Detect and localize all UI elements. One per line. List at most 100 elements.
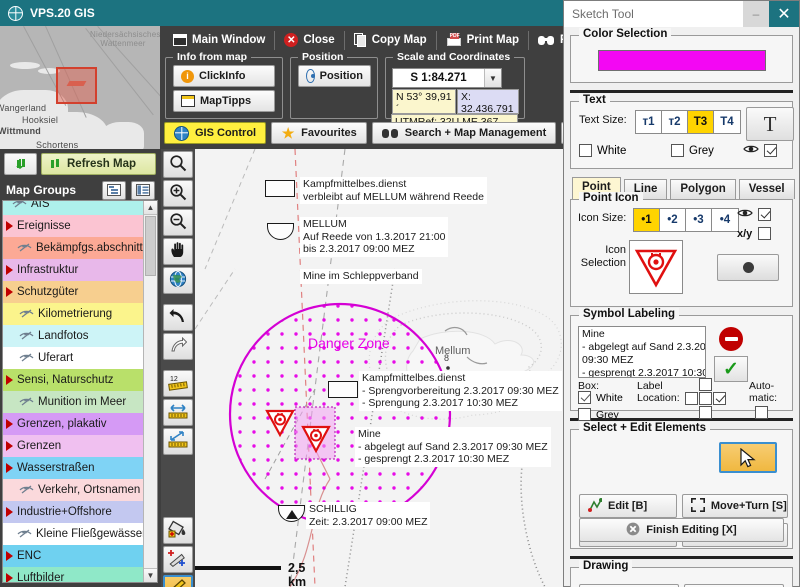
- map-tool-measure-ruler[interactable]: 12: [163, 370, 193, 397]
- expand-triangle-icon[interactable]: [6, 572, 13, 582]
- maptipps-button[interactable]: MapTipps: [173, 90, 275, 112]
- map-tool-zoom-out[interactable]: [163, 209, 193, 236]
- layer-row[interactable]: Verkehr, Ortsnamen: [3, 479, 143, 501]
- layer-row[interactable]: Infrastruktur: [3, 259, 143, 281]
- tab-vessel[interactable]: Vessel: [738, 179, 795, 199]
- label-loc-top[interactable]: [699, 378, 712, 391]
- copy-map-button[interactable]: Copy Map: [345, 29, 436, 52]
- icon-size-3[interactable]: •3: [686, 209, 712, 231]
- text-size-2[interactable]: т2: [662, 111, 688, 133]
- layer-row[interactable]: Bekämpfgs.abschnitte: [3, 237, 143, 259]
- scrollbar-track[interactable]: [144, 277, 157, 568]
- text-visibility-toggle[interactable]: [743, 144, 777, 157]
- refresh-icon-button[interactable]: [4, 153, 37, 175]
- annotation-label[interactable]: Kampfmittelbes.dienst - Sprengvorbereitu…: [359, 371, 562, 411]
- map-tool-measure-width[interactable]: [163, 399, 193, 426]
- minimap-viewport-box[interactable]: [56, 67, 97, 104]
- map-tool-redo-arrow[interactable]: [163, 333, 193, 360]
- edit-button[interactable]: Edit [B]: [579, 494, 677, 518]
- scroll-down-icon[interactable]: ▼: [144, 568, 157, 582]
- tab-favourites[interactable]: ★ Favourites: [271, 122, 367, 144]
- annotation-label[interactable]: SCHILLIG Zeit: 2.3.2017 09:00 MEZ: [306, 502, 431, 529]
- text-size-selector[interactable]: т1 т2 T3 T4: [635, 110, 741, 134]
- label-loc-bottom[interactable]: [699, 406, 712, 419]
- move-turn-button[interactable]: Move+Turn [S]: [681, 494, 788, 518]
- expand-triangle-icon[interactable]: [6, 374, 13, 385]
- layer-list[interactable]: AIS Ereignisse Bekämpfgs.abschnitte Infrast…: [2, 200, 158, 583]
- position-button[interactable]: Position: [298, 65, 371, 87]
- refresh-map-button[interactable]: Refresh Map: [41, 153, 156, 175]
- map-tool-measure-diag[interactable]: [163, 428, 193, 455]
- text-size-4[interactable]: T4: [714, 111, 740, 133]
- map-tool-globe[interactable]: [163, 267, 193, 294]
- text-size-3[interactable]: T3: [688, 111, 714, 133]
- expand-triangle-icon[interactable]: [6, 220, 13, 231]
- icon-size-selector[interactable]: •1 •2 •3 •4: [633, 208, 739, 232]
- map-tool-paint-fill[interactable]: [163, 517, 193, 544]
- color-swatch[interactable]: [597, 50, 766, 71]
- no-entry-icon[interactable]: [719, 327, 743, 351]
- checkbox-text-visible[interactable]: [764, 144, 777, 157]
- point-style-button[interactable]: [717, 254, 779, 281]
- layer-row[interactable]: Kilometrierung: [3, 303, 143, 325]
- rect-marker[interactable]: [265, 180, 295, 197]
- checkbox-xy[interactable]: [758, 227, 771, 240]
- layer-row[interactable]: Schutzgüter: [3, 281, 143, 303]
- checkbox-automatic[interactable]: [755, 406, 768, 419]
- automatic-toggle[interactable]: [755, 406, 768, 422]
- checkbox-point-visible[interactable]: [758, 208, 771, 221]
- checkbox-white[interactable]: [579, 144, 592, 157]
- label-loc-center[interactable]: [699, 392, 712, 405]
- eye-off-icon[interactable]: [19, 396, 34, 407]
- clickinfo-button[interactable]: i ClickInfo: [173, 65, 275, 87]
- eye-off-icon[interactable]: [19, 484, 34, 495]
- map-tool-pan-hand[interactable]: [163, 238, 193, 265]
- annotation-label[interactable]: Mine - abgelegt auf Sand 2.3.2017 09:30 …: [355, 427, 551, 467]
- map-tool-add-point[interactable]: [163, 546, 193, 573]
- label-location-grid[interactable]: [685, 378, 726, 419]
- annotation-label[interactable]: Mine im Schleppverband: [300, 269, 422, 284]
- map-tool-undo-arrow[interactable]: [163, 304, 193, 331]
- layer-row[interactable]: Luftbilder: [3, 567, 143, 582]
- icon-size-2[interactable]: •2: [660, 209, 686, 231]
- layer-row[interactable]: Sensi, Naturschutz: [3, 369, 143, 391]
- collapse-tree-icon[interactable]: [102, 180, 126, 200]
- expand-triangle-icon[interactable]: [6, 418, 13, 429]
- annotation-label[interactable]: Kampfmittelbes.dienst verbleibt auf MELL…: [300, 177, 487, 204]
- point-visibility-toggle[interactable]: [737, 208, 771, 221]
- text-size-1[interactable]: т1: [636, 111, 662, 133]
- layer-list-scrollbar[interactable]: ▲ ▼: [143, 201, 157, 582]
- box-white-option[interactable]: White: [578, 391, 623, 404]
- eye-off-icon[interactable]: [19, 330, 34, 341]
- layer-row[interactable]: Grenzen: [3, 435, 143, 457]
- expand-triangle-icon[interactable]: [6, 550, 13, 561]
- icon-selection-preview[interactable]: [629, 240, 683, 294]
- scroll-up-icon[interactable]: ▲: [144, 201, 157, 215]
- checkbox-box-white[interactable]: [578, 391, 591, 404]
- layer-row[interactable]: Landfotos: [3, 325, 143, 347]
- xy-toggle[interactable]: x/y: [737, 227, 771, 240]
- eye-off-icon[interactable]: [19, 352, 34, 363]
- expand-triangle-icon[interactable]: [6, 264, 13, 275]
- layer-row[interactable]: Munition im Meer: [3, 391, 143, 413]
- map-tool-pencil[interactable]: [163, 575, 193, 587]
- text-white-option[interactable]: White: [579, 144, 626, 157]
- text-grey-option[interactable]: Grey: [671, 144, 714, 157]
- checkbox-grey[interactable]: [671, 144, 684, 157]
- layer-row[interactable]: Uferart: [3, 347, 143, 369]
- expand-triangle-icon[interactable]: [6, 286, 13, 297]
- label-loc-left[interactable]: [685, 392, 698, 405]
- rect-marker[interactable]: [328, 381, 358, 398]
- scrollbar-thumb[interactable]: [145, 216, 156, 276]
- box-grey-option[interactable]: Grey: [578, 408, 619, 421]
- eye-off-icon[interactable]: [12, 201, 27, 209]
- close-icon[interactable]: ✕: [769, 1, 799, 27]
- eye-off-icon[interactable]: [17, 242, 32, 253]
- checkbox-box-grey[interactable]: [578, 408, 591, 421]
- expand-triangle-icon[interactable]: [6, 440, 13, 451]
- expand-triangle-icon[interactable]: [6, 462, 13, 473]
- add-text-button[interactable]: T: [746, 107, 794, 141]
- layer-row[interactable]: Wasserstraßen: [3, 457, 143, 479]
- tab-polygon[interactable]: Polygon: [670, 179, 736, 199]
- overview-minimap[interactable]: Niedersächsisches Wattenmeer Wangerland …: [0, 26, 160, 149]
